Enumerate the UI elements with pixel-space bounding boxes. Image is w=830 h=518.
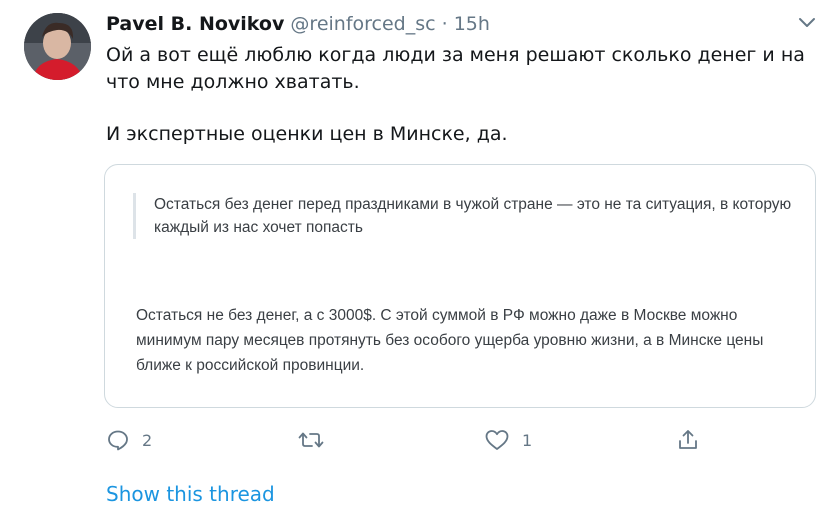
- like-count: 1: [522, 430, 533, 450]
- embedded-body-text: Остаться не без денег, а с 3000$. С этой…: [136, 307, 764, 374]
- chevron-down-icon: [799, 18, 815, 27]
- tweet-actions: 2 1: [106, 426, 706, 454]
- tweet[interactable]: Pavel B. Novikov @reinforced_sc · 15h Ой…: [0, 0, 830, 518]
- like-button[interactable]: 1: [484, 426, 532, 454]
- reply-count: 2: [142, 430, 153, 450]
- reply-icon: [108, 430, 128, 451]
- tweet-paragraph: Ой а вот ещё люблю когда люди за меня ре…: [106, 44, 805, 93]
- share-button[interactable]: [676, 426, 700, 454]
- more-options-button[interactable]: [795, 11, 819, 35]
- tweet-text: Ой а вот ещё люблю когда люди за меня ре…: [106, 42, 806, 148]
- author-handle[interactable]: @reinforced_sc: [290, 13, 435, 35]
- share-icon: [679, 430, 697, 449]
- tweet-timestamp[interactable]: 15h: [454, 13, 490, 35]
- tweet-paragraph: И экспертные оценки цен в Минске, да.: [106, 123, 508, 145]
- avatar-photo: [24, 13, 91, 80]
- separator-dot: ·: [441, 13, 448, 35]
- show-thread-link[interactable]: Show this thread: [106, 482, 275, 506]
- avatar[interactable]: [24, 13, 91, 80]
- reply-button[interactable]: 2: [106, 426, 152, 454]
- retweet-button[interactable]: [298, 426, 336, 454]
- like-icon: [485, 430, 509, 450]
- tweet-header: Pavel B. Novikov @reinforced_sc · 15h: [106, 12, 490, 36]
- embedded-quote: Остаться без денег перед праздниками в ч…: [133, 193, 799, 239]
- attached-image[interactable]: Остаться без денег перед праздниками в ч…: [104, 164, 816, 408]
- author-name[interactable]: Pavel B. Novikov: [106, 13, 284, 35]
- retweet-icon: [298, 432, 324, 448]
